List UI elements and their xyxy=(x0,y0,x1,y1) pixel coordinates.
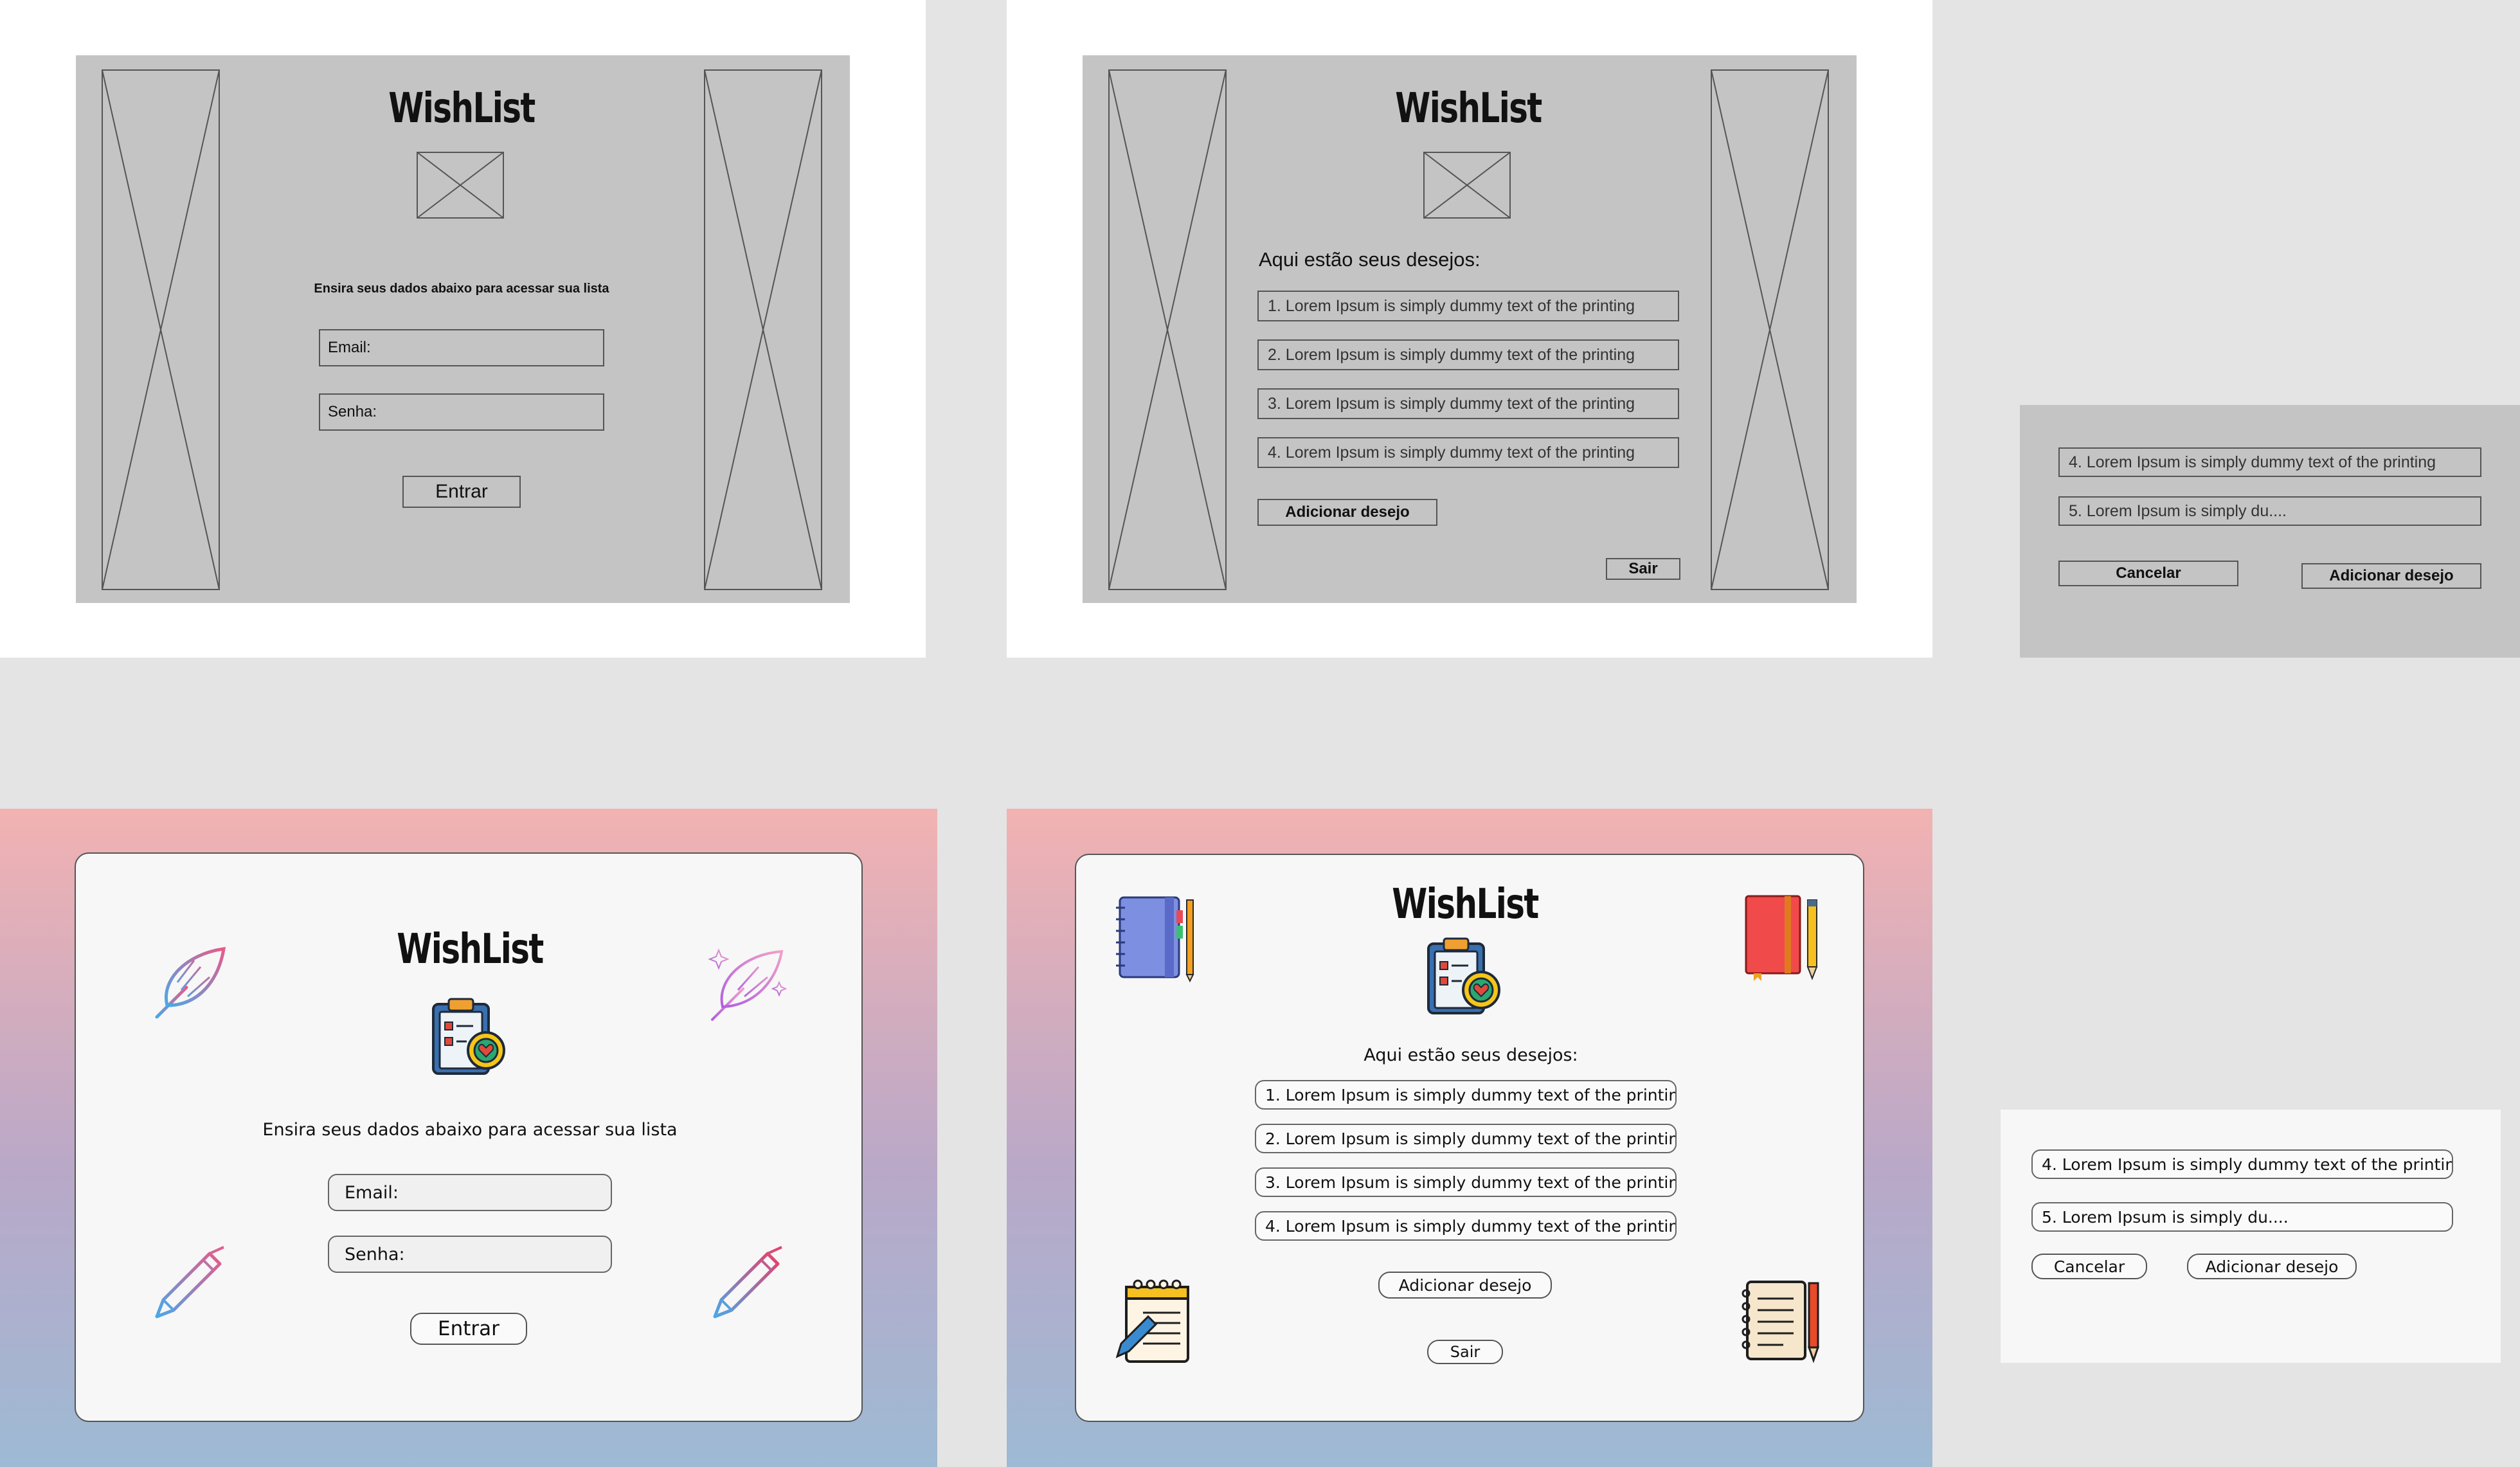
wireframe-list-screen: WishList Aqui estão seus desejos: 1. Lor… xyxy=(1083,55,1857,603)
email-field[interactable]: Email: xyxy=(328,1174,612,1211)
list-item[interactable]: 1. Lorem Ipsum is simply dummy text of t… xyxy=(1257,291,1679,321)
add-wish-button[interactable]: Adicionar desejo xyxy=(1378,1272,1552,1299)
app-title: WishList xyxy=(1395,85,1542,132)
login-button[interactable]: Entrar xyxy=(410,1313,527,1345)
list-item[interactable]: 2. Lorem Ipsum is simply dummy text of t… xyxy=(1257,339,1679,370)
cancel-button[interactable]: Cancelar xyxy=(2031,1254,2147,1279)
login-instruction: Ensira seus dados abaixo para acessar su… xyxy=(262,1120,678,1140)
new-wish-input[interactable]: 5. Lorem Ipsum is simply du.... xyxy=(2058,496,2481,526)
app-title: WishList xyxy=(1392,881,1539,928)
list-item[interactable]: 2. Lorem Ipsum is simply dummy text of t… xyxy=(1255,1124,1677,1153)
list-item[interactable]: 4. Lorem Ipsum is simply dummy text of t… xyxy=(2058,447,2481,477)
logout-button[interactable]: Sair xyxy=(1606,558,1680,580)
image-placeholder-icon xyxy=(1108,69,1227,590)
login-instruction: Ensira seus dados abaixo para acessar su… xyxy=(314,282,609,296)
list-item[interactable]: 4. Lorem Ipsum is simply dummy text of t… xyxy=(1255,1211,1677,1241)
wireframe-list-artboard: WishList Aqui estão seus desejos: 1. Lor… xyxy=(1007,0,1932,658)
notepad-icon xyxy=(1115,1279,1189,1363)
add-wish-button[interactable]: Adicionar desejo xyxy=(2187,1254,2357,1279)
email-field[interactable]: Email: xyxy=(319,329,604,366)
list-item[interactable]: 3. Lorem Ipsum is simply dummy text of t… xyxy=(1257,388,1679,419)
hifi-add-panel: 4. Lorem Ipsum is simply dummy text of t… xyxy=(2001,1110,2501,1363)
clipboard-heart-icon xyxy=(1427,937,1500,1014)
logout-button[interactable]: Sair xyxy=(1427,1340,1503,1364)
hifi-login-artboard: WishList Ensira seus dados abaixo para a… xyxy=(0,809,937,1467)
hifi-list-card: WishList Aqui estão seus desejos: 1. Lor… xyxy=(1075,854,1864,1422)
wireframe-login-screen: WishList Ensira seus dados abaixo para a… xyxy=(76,55,850,603)
clipboard-heart-icon xyxy=(432,998,505,1075)
list-heading: Aqui estão seus desejos: xyxy=(1364,1045,1578,1065)
list-item[interactable]: 1. Lorem Ipsum is simply dummy text of t… xyxy=(1255,1080,1677,1110)
add-wish-button[interactable]: Adicionar desejo xyxy=(1257,499,1437,526)
image-placeholder-icon xyxy=(704,69,822,590)
new-wish-input[interactable]: 5. Lorem Ipsum is simply du.... xyxy=(2031,1202,2453,1232)
wireframe-login-artboard: WishList Ensira seus dados abaixo para a… xyxy=(0,0,926,658)
app-title: WishList xyxy=(397,926,544,973)
login-button[interactable]: Entrar xyxy=(402,476,521,508)
app-title: WishList xyxy=(388,85,536,132)
cancel-button[interactable]: Cancelar xyxy=(2058,561,2238,586)
feather-icon xyxy=(708,948,788,1021)
list-heading: Aqui estão seus desejos: xyxy=(1259,248,1480,271)
pen-icon xyxy=(155,1246,224,1318)
password-field[interactable]: Senha: xyxy=(319,393,604,431)
wireframe-add-panel: 4. Lorem Ipsum is simply dummy text of t… xyxy=(2020,405,2520,658)
feather-icon xyxy=(155,947,226,1019)
list-item[interactable]: 3. Lorem Ipsum is simply dummy text of t… xyxy=(1255,1167,1677,1197)
list-item[interactable]: 4. Lorem Ipsum is simply dummy text of t… xyxy=(2031,1149,2453,1179)
image-placeholder-icon xyxy=(102,69,220,590)
hifi-list-artboard: WishList Aqui estão seus desejos: 1. Lor… xyxy=(1007,809,1932,1467)
image-placeholder-icon xyxy=(417,152,504,219)
pen-icon xyxy=(713,1246,782,1318)
list-item[interactable]: 4. Lorem Ipsum is simply dummy text of t… xyxy=(1257,437,1679,468)
notepad-icon xyxy=(1742,1281,1820,1364)
notebook-icon xyxy=(1116,896,1194,983)
notebook-icon xyxy=(1745,895,1818,981)
hifi-login-card: WishList Ensira seus dados abaixo para a… xyxy=(75,852,863,1422)
add-wish-button[interactable]: Adicionar desejo xyxy=(2301,563,2481,589)
image-placeholder-icon xyxy=(1423,152,1511,219)
image-placeholder-icon xyxy=(1711,69,1829,590)
password-field[interactable]: Senha: xyxy=(328,1236,612,1273)
